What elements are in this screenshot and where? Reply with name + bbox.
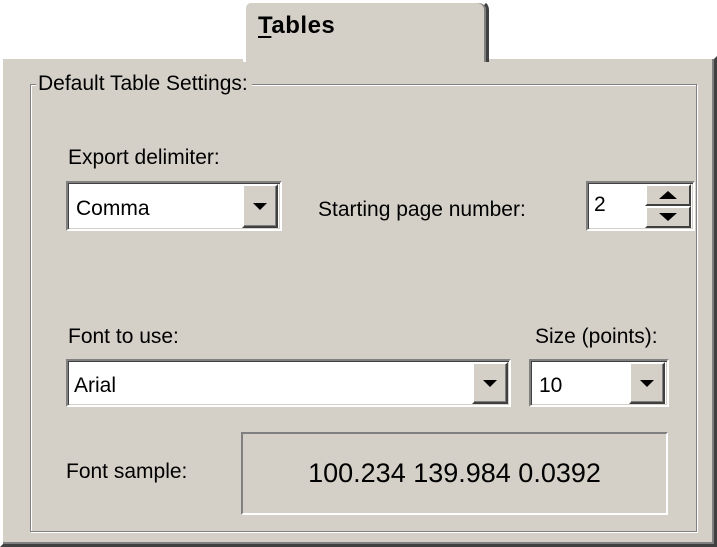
tab-label-rest: ables — [271, 12, 336, 39]
tab-mnemonic: T — [258, 12, 272, 39]
arrow-up-icon — [659, 191, 677, 199]
spinner-up-button[interactable] — [645, 184, 691, 206]
export-delimiter-label: Export delimiter: — [68, 146, 220, 169]
chevron-down-icon — [253, 202, 267, 210]
font-sample-text: 100.234 139.984 0.0392 — [308, 458, 601, 488]
chevron-down-icon — [640, 379, 654, 387]
size-points-label: Size (points): — [535, 325, 658, 348]
arrow-down-icon — [659, 213, 677, 221]
font-dropdown-button[interactable] — [472, 362, 508, 404]
export-delimiter-value: Comma — [76, 197, 150, 220]
export-delimiter-dropdown-button[interactable] — [242, 184, 278, 228]
size-value: 10 — [539, 374, 563, 397]
font-value: Arial — [74, 374, 117, 397]
spinner-down-button[interactable] — [645, 206, 691, 228]
font-sample-label: Font sample: — [66, 460, 188, 483]
chevron-down-icon — [483, 379, 497, 387]
size-dropdown-button[interactable] — [629, 362, 665, 404]
starting-page-number-label: Starting page number: — [318, 198, 526, 221]
tab-tables-label: Tables — [258, 12, 335, 40]
font-to-use-label: Font to use: — [68, 325, 179, 348]
font-select[interactable] — [66, 359, 511, 407]
group-title: Default Table Settings: — [36, 72, 252, 96]
starting-page-number-value: 2 — [594, 193, 606, 216]
font-sample-box: 100.234 139.984 0.0392 — [241, 432, 668, 515]
